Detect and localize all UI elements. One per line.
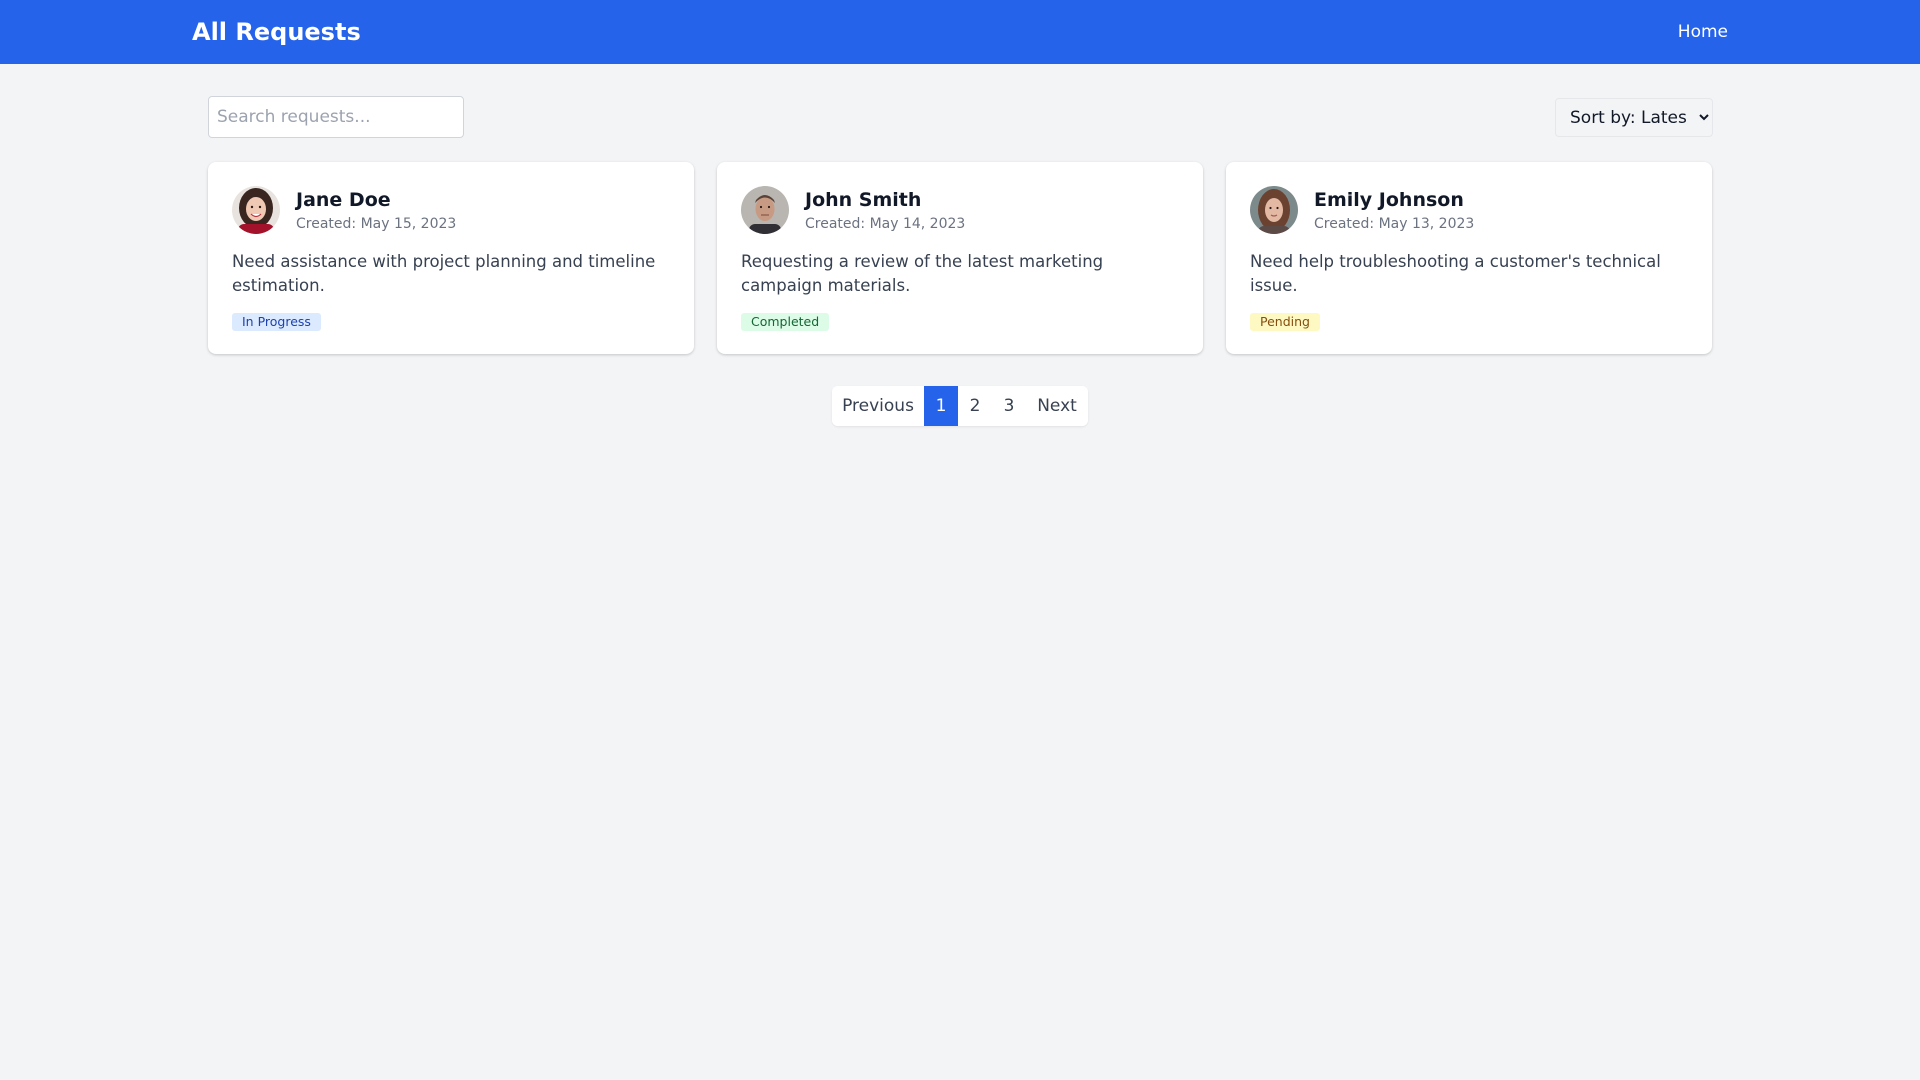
sort-select[interactable]: Sort by: Latest	[1555, 98, 1713, 137]
request-description: Need assistance with project planning an…	[232, 252, 656, 295]
request-card[interactable]: Emily Johnson Created: May 13, 2023 Need…	[1226, 162, 1712, 354]
requester-name: Jane Doe	[296, 189, 391, 211]
page-2-button[interactable]: 2	[958, 386, 992, 426]
status-badge: Completed	[741, 313, 830, 331]
requester-name: Emily Johnson	[1314, 189, 1464, 211]
page-1-button[interactable]: 1	[924, 386, 958, 426]
request-description: Requesting a review of the latest market…	[741, 252, 1104, 295]
next-page-button[interactable]: Next	[1026, 386, 1088, 426]
page-title: All Requests	[192, 18, 361, 46]
home-link[interactable]: Home	[1678, 20, 1728, 44]
requester-name: John Smith	[805, 189, 922, 211]
top-navbar: All Requests Home	[0, 0, 1920, 64]
avatar	[741, 186, 789, 234]
created-date: Created: May 13, 2023	[1314, 216, 1475, 232]
status-badge: Pending	[1250, 313, 1320, 331]
avatar	[1250, 186, 1298, 234]
status-badge: In Progress	[232, 313, 321, 331]
avatar	[232, 186, 280, 234]
page-3-button[interactable]: 3	[992, 386, 1026, 426]
previous-page-button[interactable]: Previous	[832, 386, 924, 426]
pagination: Previous 1 2 3 Next	[832, 386, 1088, 426]
created-date: Created: May 15, 2023	[296, 216, 457, 232]
created-date: Created: May 14, 2023	[805, 216, 966, 232]
request-description: Need help troubleshooting a customer's t…	[1250, 252, 1661, 295]
search-input[interactable]	[208, 96, 464, 138]
request-card[interactable]: Jane Doe Created: May 15, 2023 Need assi…	[208, 162, 694, 354]
request-card[interactable]: John Smith Created: May 14, 2023 Request…	[717, 162, 1203, 354]
